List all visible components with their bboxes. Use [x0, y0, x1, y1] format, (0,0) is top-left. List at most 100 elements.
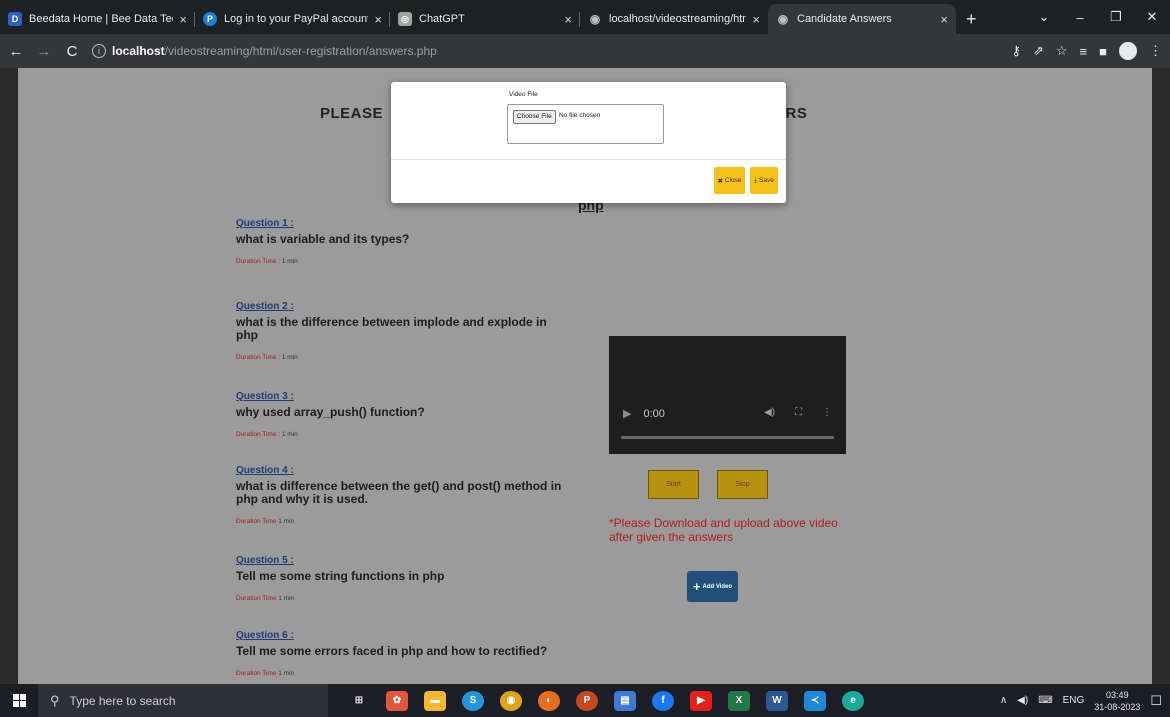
duration-time: Duration Time 1 min: [236, 670, 295, 677]
windows-taskbar: ⚲ Type here to search ⊞ ✿ ▬ S ◉ ◐ P ▤ f …: [0, 684, 1170, 717]
search-placeholder: Type here to search: [69, 693, 176, 708]
start-button[interactable]: [0, 684, 38, 717]
restore-button[interactable]: ❐: [1098, 9, 1134, 25]
key-icon[interactable]: ⚷: [1011, 43, 1021, 59]
close-label: Close: [724, 177, 742, 184]
page-scrollbar[interactable]: [1152, 68, 1170, 684]
reading-list-icon[interactable]: ≡: [1080, 44, 1088, 59]
question-label[interactable]: Question 4 :: [236, 465, 566, 476]
word-icon[interactable]: W: [766, 690, 788, 711]
add-video-button[interactable]: + Add Video: [687, 571, 738, 602]
excel-icon[interactable]: X: [728, 690, 750, 711]
close-tab-icon[interactable]: ×: [564, 12, 572, 27]
window-controls: ⌄ – ❐ ✕: [1026, 0, 1170, 34]
file-input-box[interactable]: Choose File No file chosen: [507, 104, 664, 144]
back-icon[interactable]: ←: [4, 43, 28, 60]
page-title-left: PLEASE: [320, 105, 384, 122]
toolbar-icons: ⚷ ⇗ ☆ ≡ ■ ⋮: [1011, 34, 1162, 68]
question-label[interactable]: Question 3 :: [236, 391, 566, 402]
choose-file-button[interactable]: Choose File: [513, 110, 556, 124]
close-tab-icon[interactable]: ×: [940, 12, 948, 27]
paint-icon[interactable]: ✿: [386, 690, 408, 711]
video-controls: ▶ 0:00: [623, 407, 665, 421]
video-progress-bar[interactable]: [621, 436, 834, 439]
question-label[interactable]: Question 5 :: [236, 555, 566, 566]
volume-icon[interactable]: ◀): [764, 407, 775, 418]
menu-icon[interactable]: ⋮: [1149, 43, 1162, 59]
download-icon: ⤓: [754, 176, 758, 184]
chatgpt-icon: ◎: [398, 12, 412, 26]
close-tab-icon[interactable]: ×: [374, 12, 382, 27]
powerpoint-icon[interactable]: P: [576, 690, 598, 711]
beedata-icon: D: [8, 12, 22, 26]
tab-paypal[interactable]: P Log in to your PayPal account ×: [195, 4, 390, 34]
file-explorer-icon[interactable]: ▬: [424, 690, 446, 711]
video-right-controls: ◀) ⛶ ⋮: [764, 407, 832, 418]
fullscreen-icon[interactable]: ⛶: [795, 407, 802, 418]
speaker-icon[interactable]: ◀): [1017, 695, 1028, 706]
play-icon[interactable]: ▶: [623, 407, 631, 420]
youtube-icon[interactable]: ▶: [690, 690, 712, 711]
question-text: Tell me some string functions in php: [236, 569, 445, 583]
paypal-icon: P: [203, 12, 217, 26]
document-icon[interactable]: ▤: [614, 690, 636, 711]
question-item: Question 2 : what is the difference betw…: [236, 301, 566, 364]
close-button[interactable]: ✖ Close: [714, 167, 745, 194]
taskbar-search[interactable]: ⚲ Type here to search: [38, 684, 328, 717]
chevron-up-icon[interactable]: ∧: [1000, 695, 1007, 706]
question-label[interactable]: Question 2 :: [236, 301, 566, 312]
close-window-button[interactable]: ✕: [1134, 9, 1170, 25]
question-label[interactable]: Question 1 :: [236, 218, 566, 229]
skype-icon[interactable]: S: [462, 690, 484, 711]
duration-time: Duration Time : 1 min: [236, 258, 298, 265]
firefox-icon[interactable]: ◐: [538, 690, 560, 711]
close-tab-icon[interactable]: ×: [179, 12, 187, 27]
tab-label: Candidate Answers: [797, 13, 892, 25]
clock-time: 03:49: [1106, 689, 1129, 700]
forward-icon[interactable]: →: [32, 43, 56, 60]
upload-modal: Video File Choose File No file chosen ✖ …: [391, 82, 786, 203]
address-bar[interactable]: i localhost /videostreaming/html/user-re…: [92, 38, 942, 64]
tab-label: Log in to your PayPal account: [224, 13, 369, 25]
video-player[interactable]: ▶ 0:00 ◀) ⛶ ⋮: [609, 336, 846, 454]
stop-button[interactable]: Stop: [717, 470, 768, 499]
tab-candidate-answers[interactable]: ◉ Candidate Answers ×: [768, 4, 956, 34]
upload-note: *Please Download and upload above video …: [609, 516, 838, 544]
globe-icon: ◉: [589, 12, 601, 26]
close-tab-icon[interactable]: ×: [752, 12, 760, 27]
question-label[interactable]: Question 6 :: [236, 630, 566, 641]
task-view-icon[interactable]: ⊞: [348, 691, 370, 711]
language-indicator[interactable]: ENG: [1063, 695, 1085, 706]
new-tab-button[interactable]: +: [956, 4, 987, 34]
question-text: what is difference between the get() and…: [236, 479, 562, 506]
tab-label: localhost/videostreaming/html/: [609, 13, 747, 25]
more-options-icon[interactable]: ⋮: [822, 407, 832, 418]
reload-icon[interactable]: C: [60, 43, 84, 60]
tab-localhost[interactable]: ◉ localhost/videostreaming/html/ ×: [580, 4, 768, 34]
duration-time: Duration Time 1 min: [236, 595, 295, 602]
start-button[interactable]: Start: [648, 470, 699, 499]
minimize-button[interactable]: –: [1062, 10, 1098, 25]
search-icon: ⚲: [50, 692, 60, 708]
vscode-icon[interactable]: ≺: [804, 690, 826, 711]
save-button[interactable]: ⤓ Save: [750, 167, 778, 194]
info-icon[interactable]: i: [92, 44, 106, 58]
tab-label: Beedata Home | Bee Data Techn: [29, 13, 174, 25]
tab-beedata[interactable]: D Beedata Home | Bee Data Techn ×: [0, 4, 195, 34]
url-host: localhost: [112, 44, 165, 58]
question-text: what is variable and its types?: [236, 232, 410, 246]
profile-avatar[interactable]: [1119, 42, 1137, 60]
duration-time: Duration Time 1 min: [236, 518, 295, 525]
share-icon[interactable]: ⇗: [1033, 43, 1044, 59]
duration-time: Duration Time : 1 min: [236, 354, 298, 361]
facebook-icon[interactable]: f: [652, 690, 674, 711]
star-icon[interactable]: ☆: [1056, 43, 1068, 59]
keyboard-icon[interactable]: ⌨: [1038, 695, 1052, 706]
side-panel-icon[interactable]: ■: [1099, 44, 1107, 59]
notification-icon[interactable]: ☐: [1150, 693, 1162, 709]
edge-icon[interactable]: e: [842, 690, 864, 711]
tab-chatgpt[interactable]: ◎ ChatGPT ×: [390, 4, 580, 34]
tab-search-icon[interactable]: ⌄: [1026, 9, 1062, 25]
clock[interactable]: 03:49 31-08-2023: [1094, 689, 1140, 713]
chrome-icon[interactable]: ◉: [500, 690, 522, 711]
